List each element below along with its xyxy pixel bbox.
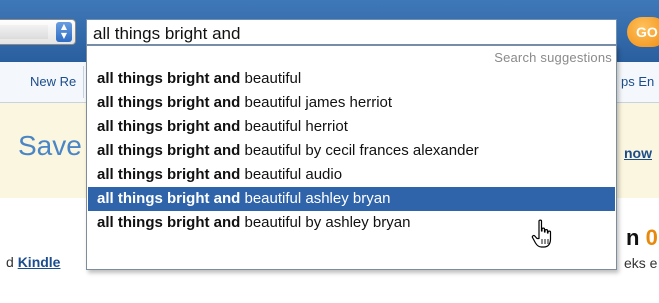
suggestion-item[interactable]: all things bright and beautiful ashley b… bbox=[88, 187, 615, 211]
suggestion-item[interactable]: all things bright and beautiful bbox=[88, 67, 615, 91]
up-down-arrows-icon: ▲ ▼ bbox=[56, 22, 72, 42]
nav-tab-right[interactable]: ps En bbox=[621, 66, 659, 98]
suggestion-match-text: all things bright and bbox=[97, 142, 241, 159]
right-heading: n 0 bbox=[626, 225, 658, 251]
suggestion-match-text: all things bright and bbox=[97, 190, 241, 207]
promo-now-link[interactable]: now bbox=[624, 145, 652, 161]
search-input[interactable] bbox=[86, 19, 617, 45]
go-button[interactable]: GO bbox=[627, 17, 659, 47]
suggestion-completion-text: beautiful audio bbox=[240, 166, 343, 183]
suggestion-completion-text: beautiful bbox=[240, 70, 302, 87]
right-heading-accent: 0 bbox=[645, 225, 658, 250]
suggestion-item[interactable]: all things bright and beautiful by cecil… bbox=[88, 139, 615, 163]
right-subtext: eks e bbox=[624, 255, 658, 271]
suggestion-match-text: all things bright and bbox=[97, 166, 241, 183]
suggestion-completion-text: beautiful by ashley bryan bbox=[240, 214, 411, 231]
suggestion-completion-text: beautiful herriot bbox=[240, 118, 348, 135]
kindle-line: d Kindle bbox=[6, 254, 60, 270]
suggestion-match-text: all things bright and bbox=[97, 118, 241, 135]
suggestion-item[interactable]: all things bright and beautiful audio bbox=[88, 163, 615, 187]
suggestion-completion-text: beautiful ashley bryan bbox=[240, 190, 391, 207]
suggestion-match-text: all things bright and bbox=[97, 94, 241, 111]
suggestion-item[interactable]: all things bright and beautiful james he… bbox=[88, 91, 615, 115]
department-select-value bbox=[0, 25, 48, 39]
suggestion-match-text: all things bright and bbox=[97, 214, 241, 231]
kindle-link[interactable]: Kindle bbox=[18, 254, 61, 270]
hand-pointer-icon bbox=[531, 219, 552, 248]
kindle-prefix: d bbox=[6, 254, 18, 270]
suggestion-match-text: all things bright and bbox=[97, 70, 241, 87]
nav-tab-new-releases[interactable]: New Re bbox=[18, 66, 84, 98]
suggestion-completion-text: beautiful by cecil frances alexander bbox=[240, 142, 479, 159]
suggestion-completion-text: beautiful james herriot bbox=[240, 94, 393, 111]
right-heading-prefix: n bbox=[626, 225, 646, 250]
suggestion-item[interactable]: all things bright and beautiful herriot bbox=[88, 115, 615, 139]
department-select[interactable]: ▲ ▼ bbox=[0, 19, 76, 45]
promo-headline: Save bbox=[18, 130, 82, 161]
suggestions-title: Search suggestions bbox=[494, 50, 612, 65]
